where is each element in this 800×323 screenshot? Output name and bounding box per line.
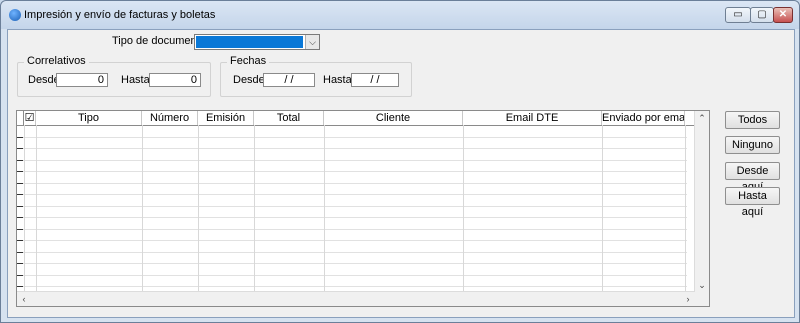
table-row[interactable] <box>17 160 687 161</box>
minimize-icon: ▭ <box>733 9 743 20</box>
table-row[interactable] <box>17 217 687 218</box>
table-row[interactable] <box>17 263 687 264</box>
correlativo-hasta-field[interactable]: 0 <box>149 73 201 87</box>
table-row[interactable] <box>17 194 687 195</box>
app-globe-icon <box>9 9 21 21</box>
chevron-up-icon[interactable]: ⌃ <box>695 111 709 125</box>
column-separator <box>142 125 143 292</box>
table-row[interactable] <box>17 183 687 184</box>
row-indicator <box>17 194 23 195</box>
table-row[interactable] <box>17 275 687 276</box>
row-indicator-header <box>17 111 24 125</box>
vertical-scrollbar[interactable]: ⌃ ⌄ <box>694 111 709 292</box>
fechas-hasta-label: Hasta <box>323 74 352 86</box>
fechas-group: Fechas Desde / / Hasta / / <box>220 55 412 97</box>
row-indicator <box>17 240 23 241</box>
chevron-down-icon[interactable]: ⌵ <box>305 35 319 49</box>
maximize-icon: ▢ <box>757 9 767 20</box>
column-separator <box>685 125 686 292</box>
horizontal-scrollbar[interactable]: ‹ › <box>17 291 695 306</box>
desde-aqui-button[interactable]: Desde aquí <box>725 162 780 193</box>
row-indicator <box>17 252 23 253</box>
column-separator <box>198 125 199 292</box>
table-row[interactable] <box>17 171 687 172</box>
correlativo-desde-field[interactable]: 0 <box>56 73 108 87</box>
fecha-hasta-field[interactable]: / / <box>351 73 399 87</box>
row-indicator <box>17 263 23 264</box>
column-separator <box>324 125 325 292</box>
title-bar[interactable]: Impresión y envío de facturas y boletas … <box>1 1 799 29</box>
table-row[interactable] <box>17 137 687 138</box>
chevron-down-icon[interactable]: ⌄ <box>695 278 709 292</box>
table-row[interactable] <box>17 148 687 149</box>
correlativos-group: Correlativos Desde 0 Hasta 0 <box>17 55 211 97</box>
close-button[interactable]: ✕ <box>773 7 793 23</box>
column-header-total[interactable]: Total <box>254 111 324 125</box>
column-separator <box>602 125 603 292</box>
scrollbar-corner <box>695 292 709 306</box>
row-indicator <box>17 160 23 161</box>
fechas-desde-label: Desde <box>233 74 265 86</box>
correlativos-hasta-label: Hasta <box>121 74 150 86</box>
chevron-left-icon[interactable]: ‹ <box>17 292 31 306</box>
row-indicator <box>17 171 23 172</box>
row-indicator <box>17 137 23 138</box>
table-row[interactable] <box>17 206 687 207</box>
chevron-right-icon[interactable]: › <box>681 292 695 306</box>
table-row[interactable] <box>17 252 687 253</box>
column-header-enviado-por-email[interactable]: Enviado por email <box>602 111 685 125</box>
grid-header: ☑ Tipo Número Emisión Total Cliente Emai… <box>17 111 709 126</box>
column-header-cliente[interactable]: Cliente <box>324 111 463 125</box>
correlativos-legend: Correlativos <box>24 55 89 67</box>
todos-button[interactable]: Todos <box>725 111 780 129</box>
hasta-aqui-button[interactable]: Hasta aquí <box>725 187 780 218</box>
column-header-tipo[interactable]: Tipo <box>36 111 142 125</box>
column-header-numero[interactable]: Número <box>142 111 198 125</box>
row-indicator <box>17 229 23 230</box>
fechas-legend: Fechas <box>227 55 270 67</box>
column-separator <box>254 125 255 292</box>
column-separator <box>36 125 37 292</box>
window: Impresión y envío de facturas y boletas … <box>0 0 800 323</box>
maximize-button[interactable]: ▢ <box>750 7 774 23</box>
column-header-emision[interactable]: Emisión <box>198 111 254 125</box>
row-indicator <box>17 206 23 207</box>
minimize-button[interactable]: ▭ <box>725 7 751 23</box>
row-indicator <box>17 286 23 287</box>
table-row[interactable] <box>17 229 687 230</box>
select-all-checkbox[interactable]: ☑ <box>24 111 36 125</box>
row-indicator <box>17 275 23 276</box>
column-separator <box>463 125 464 292</box>
ninguno-button[interactable]: Ninguno <box>725 136 780 154</box>
tipo-documento-selected <box>196 36 303 48</box>
window-title: Impresión y envío de facturas y boletas <box>24 9 216 21</box>
tipo-documento-select[interactable]: ⌵ <box>194 34 320 50</box>
row-indicator <box>17 148 23 149</box>
row-indicator <box>17 183 23 184</box>
table-row[interactable] <box>17 286 687 287</box>
fecha-desde-field[interactable]: / / <box>263 73 315 87</box>
documents-grid[interactable]: ☑ Tipo Número Emisión Total Cliente Emai… <box>16 110 710 307</box>
close-icon: ✕ <box>778 9 788 20</box>
column-separator <box>24 125 25 292</box>
row-indicator <box>17 217 23 218</box>
tipo-documento-label: Tipo de documento <box>112 35 206 47</box>
column-header-email-dte[interactable]: Email DTE <box>463 111 602 125</box>
table-row[interactable] <box>17 240 687 241</box>
form-area: Tipo de documento ⌵ Correlativos Desde 0… <box>7 29 795 318</box>
